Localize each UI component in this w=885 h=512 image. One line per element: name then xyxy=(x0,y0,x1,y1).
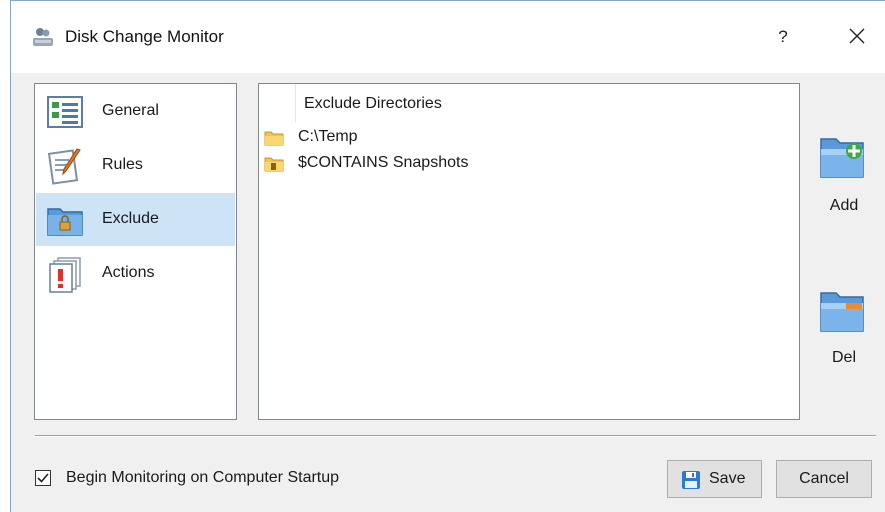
nav-label-actions: Actions xyxy=(102,264,155,281)
add-button[interactable]: Add xyxy=(814,133,876,233)
save-label: Save xyxy=(709,470,746,487)
column-separator xyxy=(295,84,296,122)
checkbox-label: Begin Monitoring on Computer Startup xyxy=(66,469,340,486)
nav-label-general: General xyxy=(102,102,159,119)
cancel-label: Cancel xyxy=(799,470,849,487)
nav-item-exclude[interactable]: Exclude xyxy=(36,193,235,246)
nav-item-actions[interactable]: Actions xyxy=(36,247,235,300)
general-icon xyxy=(47,96,83,128)
column-header[interactable]: Exclude Directories xyxy=(304,95,442,113)
exclude-folder-icon xyxy=(47,208,83,236)
category-list: General Rules Exclude Actions xyxy=(34,83,237,420)
save-icon xyxy=(682,471,700,489)
window-title: Disk Change Monitor xyxy=(65,27,224,46)
close-button[interactable] xyxy=(837,19,877,55)
del-button[interactable]: Del xyxy=(814,287,876,387)
del-label: Del xyxy=(831,349,856,366)
nav-item-general[interactable]: General xyxy=(36,85,235,138)
rules-icon xyxy=(47,148,81,185)
folder-icon xyxy=(264,131,284,146)
list-item-text: $CONTAINS Snapshots xyxy=(298,154,469,171)
nav-item-rules[interactable]: Rules xyxy=(36,139,235,192)
nav-label-rules: Rules xyxy=(102,156,143,173)
cancel-button[interactable]: Cancel xyxy=(776,460,872,498)
nav-label-exclude: Exclude xyxy=(102,210,159,227)
add-folder-icon xyxy=(820,138,864,178)
close-icon xyxy=(849,28,865,44)
exclude-directories-list[interactable]: Exclude Directories C:\Temp $CONTAINS Sn… xyxy=(258,83,800,420)
checkbox-box[interactable] xyxy=(35,470,51,486)
add-label: Add xyxy=(829,197,859,214)
dialog-window: Disk Change Monitor ? General Rules Excl… xyxy=(10,0,885,512)
folder-filter-icon xyxy=(264,157,284,172)
actions-icon xyxy=(49,257,81,293)
list-item[interactable]: $CONTAINS Snapshots xyxy=(264,153,784,175)
divider-highlight xyxy=(35,436,876,437)
list-item[interactable]: C:\Temp xyxy=(264,127,784,149)
help-button[interactable]: ? xyxy=(766,19,800,55)
checkmark-icon xyxy=(37,473,49,483)
delete-folder-icon xyxy=(820,292,864,332)
save-button[interactable]: Save xyxy=(667,460,762,498)
title-bar[interactable]: Disk Change Monitor ? xyxy=(11,1,885,73)
app-icon xyxy=(33,28,53,46)
list-item-text: C:\Temp xyxy=(298,128,358,145)
